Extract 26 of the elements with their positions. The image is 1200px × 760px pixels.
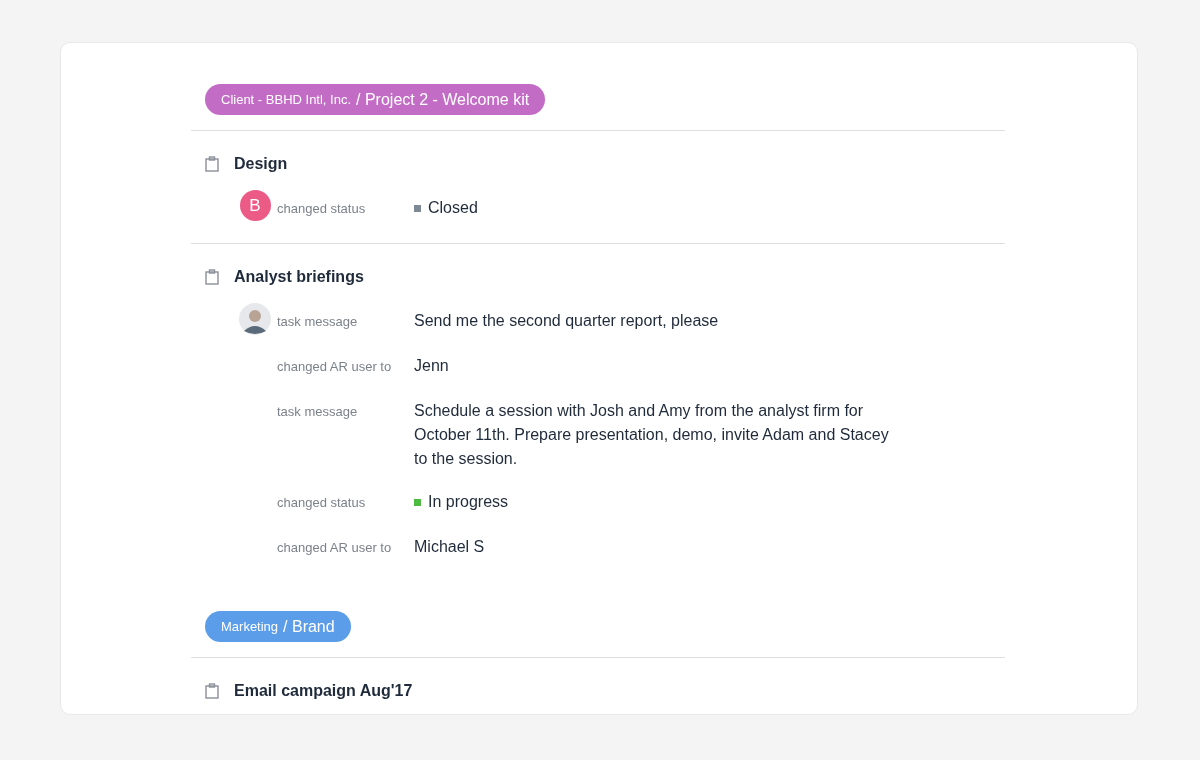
clipboard-icon (205, 683, 219, 699)
activity-label: task message (277, 403, 359, 421)
project-name: / Brand (283, 616, 335, 637)
activity-label: changed AR user to (277, 358, 393, 376)
activity-label: changed AR user to (277, 539, 393, 557)
project-name: / Project 2 - Welcome kit (356, 89, 530, 110)
clipboard-icon (205, 156, 219, 172)
status-value: Closed (428, 198, 478, 218)
clipboard-icon (205, 269, 219, 285)
activity-label: changed status (277, 200, 367, 218)
activity-text: Jenn (414, 356, 449, 376)
project-tag[interactable]: Client - BBHD Intl, Inc. / Project 2 - Welcome kit (205, 84, 546, 115)
activity-text: Send me the second quarter report, please (414, 311, 719, 331)
user-avatar (239, 303, 271, 335)
activity-label: task message (277, 313, 359, 331)
task-title: Analyst briefings (234, 267, 364, 287)
activity-text: Schedule a session with Josh and Amy from the analyst firm for October 11th. Prepare presentation, demo, invite Adam and Stacey to the session. (414, 401, 890, 469)
activity-label: changed status (277, 494, 367, 512)
task-title: Design (234, 154, 288, 174)
status-value: In progress (428, 492, 509, 512)
client-name: Marketing (221, 617, 279, 636)
user-avatar: B (239, 190, 271, 221)
activity-text: Michael S (414, 537, 485, 557)
task-title: Email campaign Aug'17 (234, 681, 413, 701)
client-name: Client - BBHD Intl, Inc. (221, 90, 352, 109)
project-tag[interactable]: Marketing / Brand (205, 611, 351, 642)
